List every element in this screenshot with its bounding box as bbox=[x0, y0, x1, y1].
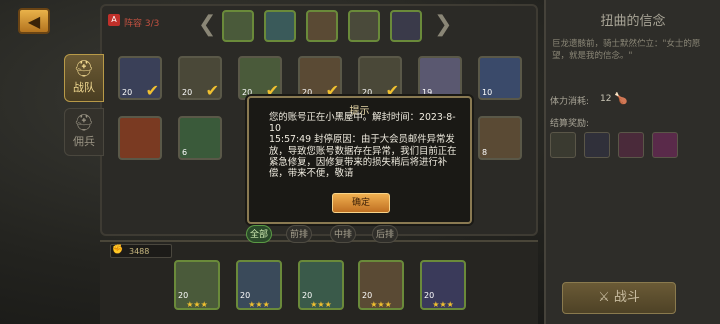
team-slot-portrait[interactable] bbox=[348, 10, 380, 42]
dialog-message: 您的账号正在小黑屋中。解封时间：2023-8-10 15:57:49 封停原因：… bbox=[269, 112, 457, 180]
fist-icon: ✊ bbox=[112, 245, 124, 255]
lineup-label: 阵容 3/3 bbox=[124, 19, 160, 29]
artifact-description: 巨龙遗骸前，骑士默然伫立："女士的愿望，就是我的信念。" bbox=[552, 39, 701, 61]
team-slot-portrait[interactable] bbox=[222, 10, 254, 42]
crossed-swords-icon: ⚔ bbox=[598, 290, 610, 305]
team-member[interactable]: 20 ★★★ bbox=[298, 260, 344, 310]
tab-team[interactable]: ⛑ 战队 bbox=[64, 54, 104, 102]
team-slot-portrait[interactable] bbox=[264, 10, 296, 42]
team-slot-portrait[interactable] bbox=[390, 10, 422, 42]
reward-item[interactable] bbox=[652, 132, 678, 158]
hero-level: 8 bbox=[482, 148, 488, 157]
hero-level: 6 bbox=[182, 148, 188, 157]
hero-card[interactable]: 8 bbox=[478, 116, 522, 160]
team-member[interactable]: 20 ★★★ bbox=[236, 260, 282, 310]
helmet-icon: ⛑ bbox=[73, 59, 95, 78]
scroll-left-icon[interactable]: ❮ bbox=[198, 12, 216, 37]
filter-middle[interactable]: 中排 bbox=[330, 225, 356, 243]
tab-label: 战队 bbox=[73, 81, 95, 94]
confirm-button[interactable]: 确定 bbox=[332, 193, 390, 213]
hero-level: 20 bbox=[240, 291, 251, 300]
reward-item[interactable] bbox=[550, 132, 576, 158]
hero-card[interactable]: 19 bbox=[418, 56, 462, 100]
team-member[interactable]: 20 ★★★ bbox=[358, 260, 404, 310]
reward-item[interactable] bbox=[584, 132, 610, 158]
team-member[interactable]: 20 ★★★ bbox=[420, 260, 466, 310]
hero-level: 20 bbox=[424, 291, 435, 300]
star-rating: ★★★ bbox=[310, 300, 332, 309]
tab-mercenary[interactable]: ⛑ 佣兵 bbox=[64, 108, 104, 156]
stamina-value: 12 bbox=[600, 94, 612, 104]
hero-card[interactable]: 6 bbox=[178, 116, 222, 160]
stamina-label: 体力消耗: bbox=[550, 97, 590, 107]
hero-card[interactable] bbox=[118, 116, 162, 160]
arrow-left-icon: ◀ bbox=[27, 11, 41, 31]
hero-level: 20 bbox=[362, 291, 373, 300]
hero-card[interactable]: 20 ✔ bbox=[238, 56, 282, 100]
check-icon: ✔ bbox=[145, 81, 159, 100]
battle-button[interactable]: ⚔ 战斗 bbox=[562, 282, 676, 314]
helmet-icon: ⛑ bbox=[73, 113, 95, 132]
back-button[interactable]: ◀ bbox=[18, 8, 50, 34]
lineup-badge: A bbox=[108, 14, 120, 26]
notice-dialog: 提示 您的账号正在小黑屋中。解封时间：2023-8-10 15:57:49 封停… bbox=[247, 96, 472, 224]
hero-card[interactable]: 20 ✔ bbox=[298, 56, 342, 100]
filter-front[interactable]: 前排 bbox=[286, 225, 312, 243]
star-rating: ★★★ bbox=[248, 300, 270, 309]
drumstick-icon: 🍗 bbox=[614, 92, 628, 105]
scroll-right-icon[interactable]: ❯ bbox=[434, 12, 452, 37]
team-slot-portrait[interactable] bbox=[306, 10, 338, 42]
artifact-title: 扭曲的信念 bbox=[600, 14, 666, 29]
star-rating: ★★★ bbox=[186, 300, 208, 309]
hero-level: 20 bbox=[178, 291, 189, 300]
hero-level: 20 bbox=[182, 88, 193, 97]
hero-card[interactable]: 20 ✔ bbox=[358, 56, 402, 100]
star-rating: ★★★ bbox=[432, 300, 454, 309]
reward-item[interactable] bbox=[618, 132, 644, 158]
hero-card[interactable]: 20 ✔ bbox=[178, 56, 222, 100]
hero-card[interactable]: 10 bbox=[478, 56, 522, 100]
filter-all[interactable]: 全部 bbox=[246, 225, 272, 243]
hero-level: 20 bbox=[302, 291, 313, 300]
tab-label: 佣兵 bbox=[73, 135, 95, 148]
filter-back[interactable]: 后排 bbox=[372, 225, 398, 243]
team-member[interactable]: 20 ★★★ bbox=[174, 260, 220, 310]
reward-label: 结算奖励: bbox=[550, 119, 590, 129]
hero-card[interactable]: 20 ✔ bbox=[118, 56, 162, 100]
check-icon: ✔ bbox=[205, 81, 219, 100]
hero-level: 10 bbox=[482, 88, 493, 97]
star-rating: ★★★ bbox=[370, 300, 392, 309]
hero-level: 20 bbox=[122, 88, 133, 97]
battle-label: 战斗 bbox=[613, 290, 640, 305]
